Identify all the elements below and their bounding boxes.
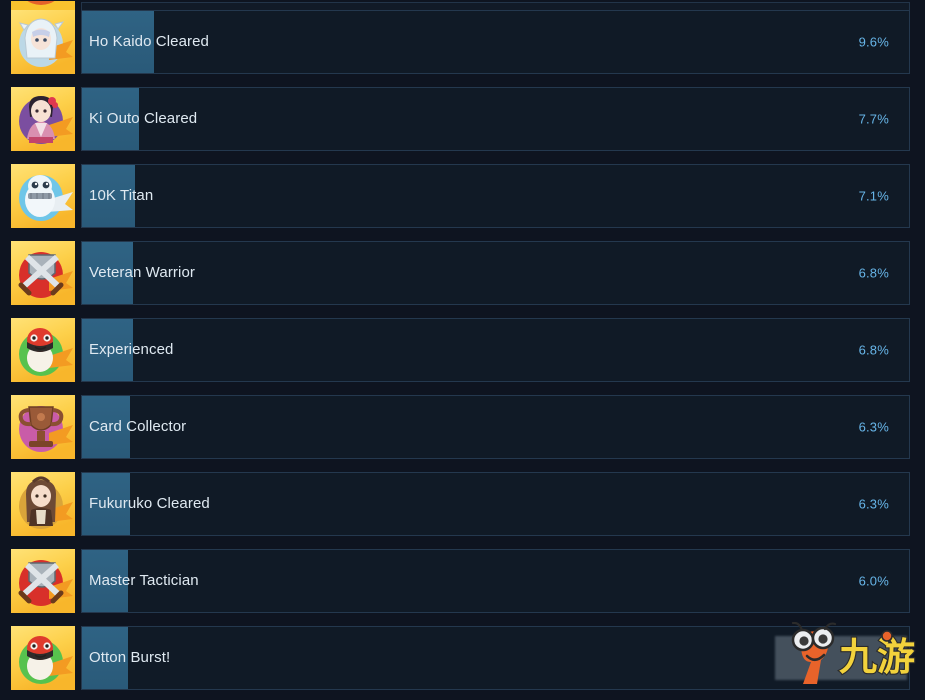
achievement-percent: 9.6% [858,34,889,50]
achievement-row[interactable]: 10K Titan 7.1% [0,164,925,228]
achievement-percent: 7.1% [858,188,889,204]
achievement-rowbox-partial[interactable] [81,2,910,10]
brown-haired-girl-icon [11,472,75,536]
achievement-percent: 7.7% [858,111,889,127]
achievement-row[interactable]: Card Collector 6.3% [0,395,925,459]
achievement-list: Ho Kaido Cleared 9.6% Ki Outo Cleared 7.7% [0,10,925,690]
achievement-name: Master Tactician [89,572,199,589]
golden-trophy-cup-icon [11,395,75,459]
crossed-swords-shield-icon [11,549,75,613]
achievement-row[interactable]: Ho Kaido Cleared 9.6% [0,10,925,74]
achievement-percent: 6.8% [858,342,889,358]
achievement-name: Ki Outo Cleared [89,110,198,127]
achievements-page: Ho Kaido Cleared 9.6% Ki Outo Cleared 7.7% [0,0,925,700]
achievement-percent: 6.3% [858,496,889,512]
red-otton-creature-icon [11,626,75,690]
achievement-percent: 6.8% [858,265,889,281]
golden-trophy-cup-icon-art [11,395,75,459]
achievement-name: Card Collector [89,418,187,435]
achievement-rowbox[interactable]: Otton Burst! [81,626,910,690]
achievement-rowbox[interactable]: Master Tactician 6.0% [81,549,910,613]
achievement-rowbox[interactable]: Fukuruko Cleared 6.3% [81,472,910,536]
achievement-rowbox[interactable]: Card Collector 6.3% [81,395,910,459]
achievement-row[interactable]: Ki Outo Cleared 7.7% [0,87,925,151]
red-otton-creature-icon [11,318,75,382]
achievement-row[interactable]: Experienced 6.8% [0,318,925,382]
achievement-row[interactable]: Master Tactician 6.0% [0,549,925,613]
snow-yeti-girl-icon-art [11,10,75,74]
achievement-percent: 6.3% [858,419,889,435]
achievement-name: Experienced [89,341,174,358]
achievement-rowbox[interactable]: Ho Kaido Cleared 9.6% [81,10,910,74]
white-seal-creature-icon-art [11,164,75,228]
achievement-icon-art-partial [11,1,75,10]
crossed-swords-shield-icon-art [11,549,75,613]
achievement-row[interactable]: Fukuruko Cleared 6.3% [0,472,925,536]
brown-haired-girl-icon-art [11,472,75,536]
achievement-name: 10K Titan [89,187,154,204]
achievement-row-partial-cutoff[interactable] [0,0,925,10]
achievement-row[interactable]: Veteran Warrior 6.8% [0,241,925,305]
achievement-name: Fukuruko Cleared [89,495,210,512]
achievement-name: Veteran Warrior [89,264,195,281]
kimono-woman-icon-art [11,87,75,151]
achievement-rowbox[interactable]: 10K Titan 7.1% [81,164,910,228]
achievement-icon-partial [11,1,75,10]
achievement-rowbox[interactable]: Ki Outo Cleared 7.7% [81,87,910,151]
achievement-row[interactable]: Otton Burst! [0,626,925,690]
kimono-woman-icon [11,87,75,151]
crossed-swords-shield-icon [11,241,75,305]
crossed-swords-shield-icon-art [11,241,75,305]
white-seal-creature-icon [11,164,75,228]
achievement-rowbox[interactable]: Veteran Warrior 6.8% [81,241,910,305]
snow-yeti-girl-icon [11,10,75,74]
achievement-percent: 6.0% [858,573,889,589]
red-otton-creature-icon-art [11,626,75,690]
achievement-name: Otton Burst! [89,649,171,666]
achievement-name: Ho Kaido Cleared [89,33,210,50]
red-otton-creature-icon-art [11,318,75,382]
achievement-rowbox[interactable]: Experienced 6.8% [81,318,910,382]
